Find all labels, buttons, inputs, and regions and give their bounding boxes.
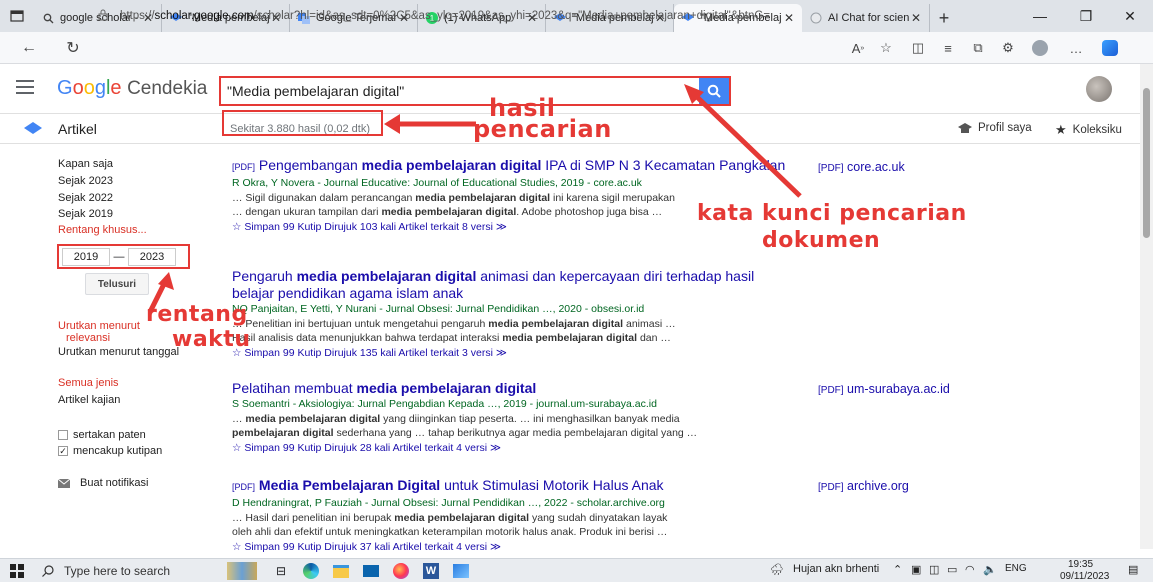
task-view-icon[interactable]: ⊟ xyxy=(270,561,292,581)
battery-icon[interactable]: ▭ xyxy=(947,563,957,576)
mail-icon[interactable] xyxy=(360,561,382,581)
volume-icon[interactable]: 🔈 xyxy=(983,563,997,576)
edge-icon[interactable] xyxy=(300,561,322,581)
photos-icon[interactable] xyxy=(450,561,472,581)
annotation-rentang: rentang xyxy=(146,302,248,327)
annotation-arrows xyxy=(147,84,802,314)
windows-start-icon[interactable] xyxy=(10,564,24,578)
page-scrollbar[interactable] xyxy=(1140,64,1153,549)
annotation-kata-kunci: kata kunci pencarian xyxy=(697,201,967,226)
annotation-dokumen: dokumen xyxy=(762,228,881,253)
windows-taskbar: Type here to search ⊟ W 🌧 Hujan akn brhe… xyxy=(0,558,1153,582)
weather-text[interactable]: Hujan akn brhenti xyxy=(793,563,879,575)
scrollbar-thumb[interactable] xyxy=(1143,88,1150,238)
taskbar-thumbnail-icon[interactable] xyxy=(226,561,258,581)
taskbar-search-placeholder: Type here to search xyxy=(64,564,171,578)
word-icon[interactable]: W xyxy=(420,561,442,581)
firefox-icon[interactable] xyxy=(390,561,412,581)
annotation-pencarian: pencarian xyxy=(473,115,612,143)
tray-chevron-icon[interactable]: ⌃ xyxy=(893,563,902,576)
clock-time[interactable]: 19:35 xyxy=(1068,559,1093,570)
tray-network-icon[interactable]: ◫ xyxy=(929,563,939,576)
arrow-search-box xyxy=(694,94,802,198)
file-explorer-icon[interactable] xyxy=(330,561,352,581)
language-indicator[interactable]: ENG xyxy=(1005,563,1027,574)
clock-date[interactable]: 09/11/2023 xyxy=(1060,571,1109,582)
annotation-waktu: waktu xyxy=(172,327,251,352)
wifi-icon[interactable]: ◠ xyxy=(965,563,975,576)
arrowhead-result-count xyxy=(384,114,400,134)
tray-app-icon[interactable]: ▣ xyxy=(911,563,921,576)
taskbar-search[interactable]: Type here to search xyxy=(42,562,222,580)
notifications-icon[interactable]: ▤ xyxy=(1128,563,1138,576)
search-icon xyxy=(42,565,54,577)
weather-icon[interactable]: 🌧 xyxy=(770,563,784,576)
